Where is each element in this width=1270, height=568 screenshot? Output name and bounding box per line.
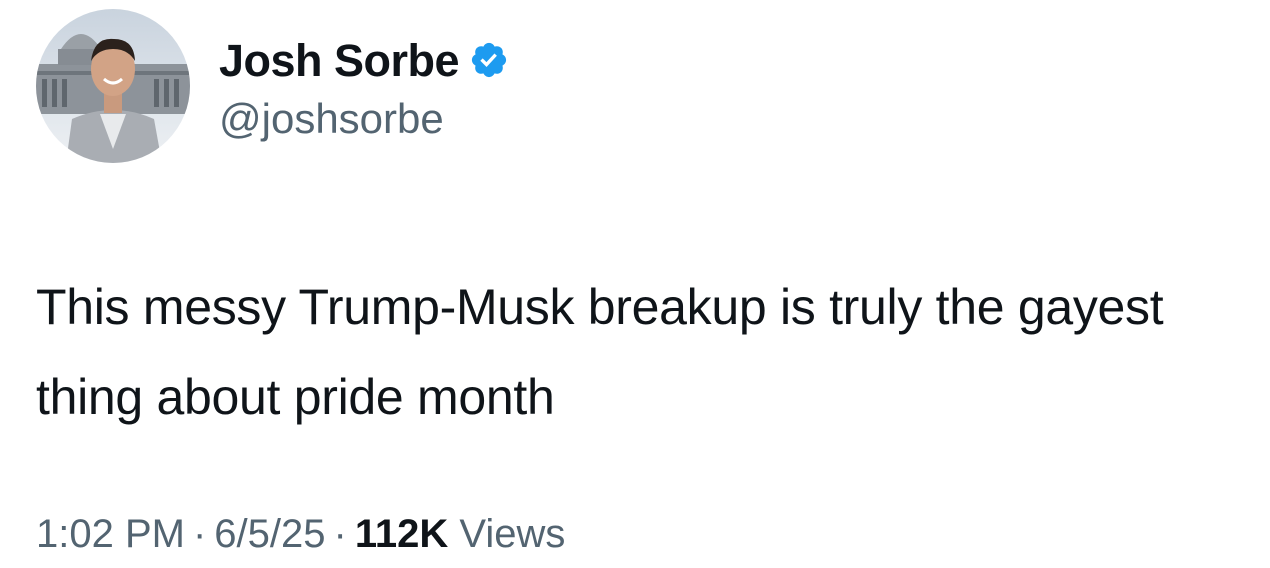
meta-separator: ·	[192, 512, 207, 556]
avatar[interactable]	[36, 9, 190, 163]
author-name-row: Josh Sorbe	[219, 32, 509, 88]
tweet-card: Josh Sorbe @joshsorbe This messy Trump-M…	[0, 0, 1270, 568]
verified-badge-icon	[469, 40, 509, 80]
tweet-date[interactable]: 6/5/25	[214, 512, 325, 556]
meta-separator: ·	[333, 512, 347, 556]
tweet-time[interactable]: 1:02 PM	[36, 512, 185, 556]
avatar-photo	[36, 9, 190, 163]
views-label: Views	[459, 512, 566, 556]
views-count: 112K	[354, 512, 449, 556]
tweet-meta: 1:02 PM · 6/5/25 · 112K Views	[36, 514, 565, 554]
author-handle[interactable]: @joshsorbe	[219, 98, 444, 140]
tweet-text: This messy Trump-Musk breakup is truly t…	[36, 279, 1164, 425]
author-display-name[interactable]: Josh Sorbe	[219, 38, 460, 83]
